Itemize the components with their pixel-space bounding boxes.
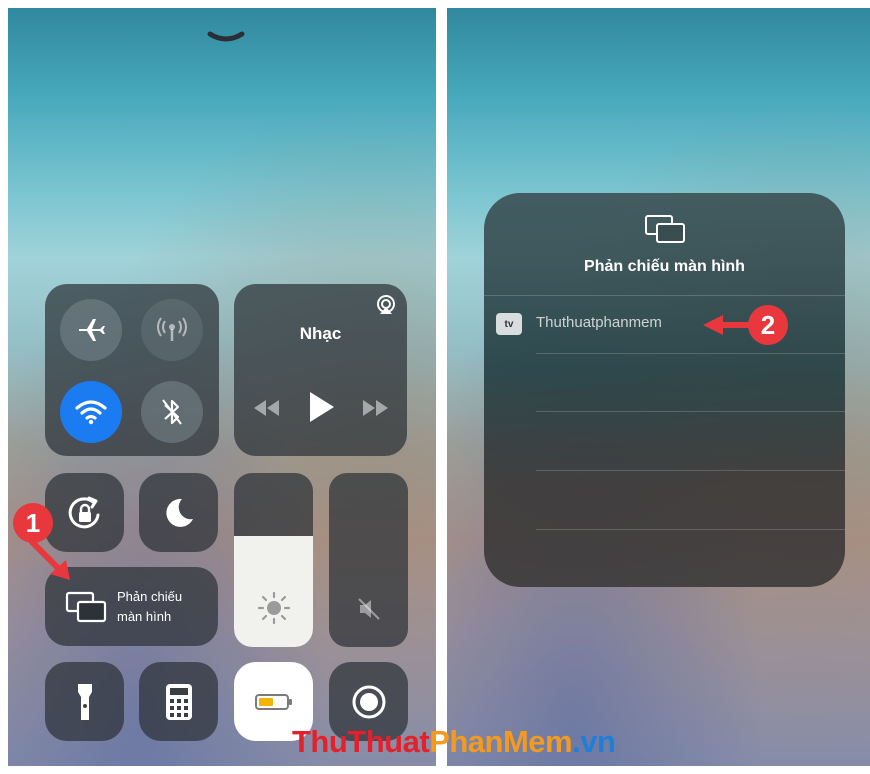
dismiss-chevron-icon[interactable] bbox=[206, 28, 246, 48]
popup-title: Phản chiếu màn hình bbox=[584, 258, 745, 275]
airplane-mode-button[interactable] bbox=[60, 299, 122, 361]
rotation-lock-icon bbox=[68, 496, 99, 528]
flashlight-icon bbox=[77, 683, 92, 720]
brightness-slider[interactable] bbox=[234, 473, 313, 647]
screen-mirroring-screen: Phản chiếu màn hình tv Thuthuatphanmem 2 bbox=[447, 8, 870, 766]
list-divider bbox=[536, 411, 845, 412]
wifi-icon bbox=[75, 400, 107, 425]
volume-slider[interactable] bbox=[329, 473, 408, 647]
screen-mirroring-icon bbox=[65, 591, 107, 623]
play-icon[interactable] bbox=[308, 390, 336, 424]
speaker-muted-icon bbox=[358, 598, 380, 620]
music-title: Nhạc bbox=[299, 324, 342, 343]
list-divider bbox=[536, 353, 845, 354]
music-tile[interactable]: Nhạc bbox=[234, 284, 407, 456]
apple-tv-icon: tv bbox=[496, 313, 522, 335]
previous-track-icon[interactable] bbox=[251, 398, 281, 418]
list-divider bbox=[536, 470, 845, 471]
bluetooth-icon bbox=[162, 399, 182, 425]
watermark-part3: .vn bbox=[572, 724, 616, 759]
do-not-disturb-button[interactable] bbox=[139, 473, 218, 552]
watermark-part2: PhanMem bbox=[429, 724, 573, 759]
antenna-icon bbox=[157, 317, 187, 341]
flashlight-button[interactable] bbox=[45, 662, 124, 741]
calculator-button[interactable] bbox=[139, 662, 218, 741]
screen-mirroring-label-line1: Phản chiếu bbox=[117, 589, 183, 604]
cellular-data-button[interactable] bbox=[141, 299, 203, 361]
bluetooth-button[interactable] bbox=[141, 381, 203, 443]
battery-icon bbox=[254, 693, 292, 710]
device-row-apple-tv[interactable]: tv Thuthuatphanmem bbox=[484, 296, 845, 353]
step-2-badge: 2 bbox=[748, 305, 788, 345]
screen-mirroring-popup: Phản chiếu màn hình tv Thuthuatphanmem bbox=[484, 193, 845, 587]
brightness-sun-icon bbox=[257, 591, 291, 625]
list-divider bbox=[536, 529, 845, 530]
airplane-icon bbox=[79, 319, 105, 341]
airplay-icon[interactable] bbox=[375, 294, 397, 316]
screen-mirroring-icon bbox=[645, 215, 685, 243]
step-1-badge: 1 bbox=[13, 503, 53, 543]
watermark-part1: ThuThuat bbox=[292, 724, 430, 759]
next-track-icon[interactable] bbox=[361, 398, 391, 418]
moon-icon bbox=[165, 498, 193, 527]
connectivity-tile bbox=[45, 284, 219, 456]
device-name: Thuthuatphanmem bbox=[536, 314, 662, 331]
record-icon bbox=[352, 685, 385, 718]
screen-mirroring-label-line2: màn hình bbox=[117, 609, 172, 624]
step-1-arrow bbox=[29, 539, 70, 580]
wifi-button[interactable] bbox=[60, 381, 122, 443]
control-center-screen: Nhạc Phản chiếu màn hình 1 bbox=[8, 8, 436, 766]
calculator-icon bbox=[165, 683, 192, 720]
watermark-logo: ThuThuatPhanMem.vn bbox=[292, 724, 616, 760]
